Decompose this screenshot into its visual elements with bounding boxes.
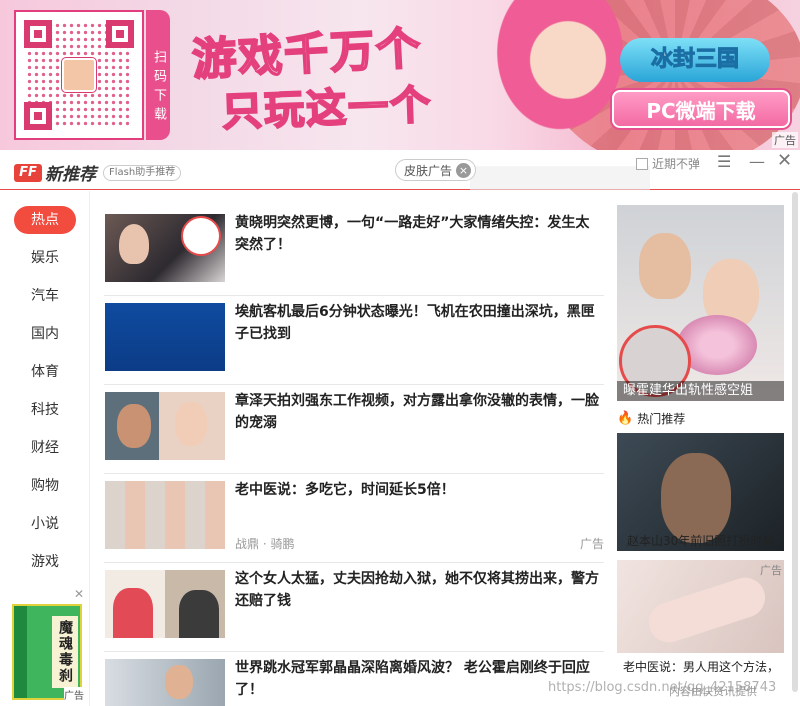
banner-ad-label: 广告	[772, 132, 798, 148]
news-title[interactable]: 世界跳水冠军郭晶晶深陷离婚风波？ 老公霍启刚终于回应了！	[235, 657, 600, 701]
news-item[interactable]: 世界跳水冠军郭晶晶深陷离婚风波？ 老公霍启刚终于回应了！	[104, 651, 604, 706]
fire-icon: 🔥	[617, 411, 634, 426]
news-item[interactable]: 埃航客机最后6分钟状态曝光！飞机在农田撞出深坑，黑匣子已找到	[104, 295, 604, 385]
top-recommend-image[interactable]	[617, 205, 784, 401]
scrollbar[interactable]	[792, 192, 798, 692]
sidebar-item-finance[interactable]: 财经	[14, 434, 76, 462]
sidebar-item-tech[interactable]: 科技	[14, 396, 76, 424]
side-ad-close-icon[interactable]: ✕	[74, 587, 84, 601]
skyline-decoration	[470, 150, 650, 190]
skin-ad-label: 皮肤广告	[404, 163, 453, 178]
news-item-ad[interactable]: 老中医说：多吃它，时间延长5倍！ 战鼎 · 骑鹏 广告	[104, 473, 604, 563]
top-recommend-caption[interactable]: 曝霍建华出轨性感空姐	[617, 381, 784, 401]
skin-ad-close-icon[interactable]: ×	[456, 162, 472, 178]
news-thumbnail[interactable]	[105, 570, 225, 638]
book-title: 魔魂毒刹	[52, 616, 78, 688]
mid-recommend-caption[interactable]: 赵本山30年前旧照打扮时尚	[627, 532, 774, 549]
watermark: https://blog.csdn.net/qq_42158743	[548, 680, 777, 695]
news-thumbnail[interactable]	[105, 481, 225, 549]
news-title[interactable]: 章泽天拍刘强东工作视频，对方露出拿你没辙的表情，一脸的宠溺	[235, 390, 600, 434]
scan-to-download-label: 扫码下载	[146, 10, 170, 140]
news-item[interactable]: 这个女人太猛，丈夫因抢劫入狱，她不仅将其捞出来，警方还赔了钱	[104, 562, 604, 652]
news-thumbnail[interactable]	[105, 392, 225, 460]
popup-window: 扫码下载 游戏千万个 只玩这一个 冰封三国 PC微端下载 广告 FF 新推荐 F…	[0, 0, 800, 706]
sidebar-item-hot[interactable]: 热点	[14, 206, 76, 234]
sidebar-item-games[interactable]: 游戏	[14, 548, 76, 576]
anime-character-graphic	[480, 0, 640, 150]
news-item[interactable]: 章泽天拍刘强东工作视频，对方露出拿你没辙的表情，一脸的宠溺	[104, 384, 604, 474]
skin-ad-pill[interactable]: 皮肤广告 ×	[395, 159, 477, 181]
brand-subtitle: Flash助手推荐	[103, 164, 182, 181]
news-title[interactable]: 埃航客机最后6分钟状态曝光！飞机在农田撞出深坑，黑匣子已找到	[235, 301, 600, 345]
bottom-recommend-caption[interactable]: 老中医说：男人用这个方法，	[623, 658, 779, 675]
sidebar-item-novel[interactable]: 小说	[14, 510, 76, 538]
ff-logo-icon: FF	[14, 163, 42, 182]
game-logo: 冰封三国	[620, 38, 770, 82]
side-ad-label: 广告	[64, 687, 84, 702]
no-popup-toggle[interactable]: 近期不弹	[636, 155, 700, 172]
bottom-recommend-image[interactable]	[617, 560, 784, 653]
brand: FF 新推荐 Flash助手推荐	[14, 160, 182, 185]
news-thumbnail[interactable]	[105, 303, 225, 371]
news-thumbnail[interactable]	[105, 214, 225, 282]
sidebar-item-domestic[interactable]: 国内	[14, 320, 76, 348]
news-title[interactable]: 老中医说：多吃它，时间延长5倍！	[235, 479, 600, 501]
qr-avatar-icon	[62, 58, 96, 92]
hot-recommend-label: 热门推荐	[637, 412, 686, 426]
sidebar-item-entertainment[interactable]: 娱乐	[14, 244, 76, 272]
news-source: 战鼎 · 骑鹏	[235, 537, 295, 551]
news-ad-label: 广告	[579, 537, 604, 551]
banner-headline-2: 只玩这一个	[220, 81, 433, 136]
hot-recommend-header: 🔥 热门推荐	[617, 410, 685, 427]
sidebar-item-sports[interactable]: 体育	[14, 358, 76, 386]
menu-icon[interactable]: ☰	[717, 152, 731, 171]
brand-name: 新推荐	[45, 165, 96, 185]
no-popup-label: 近期不弹	[652, 157, 701, 171]
news-item[interactable]: 黄晓明突然更博，一句“一路走好”大家情绪失控：发生太突然了！	[104, 206, 604, 296]
close-icon[interactable]: ✕	[777, 150, 792, 171]
news-title[interactable]: 这个女人太猛，丈夫因抢劫入狱，她不仅将其捞出来，警方还赔了钱	[235, 568, 600, 612]
news-thumbnail[interactable]	[105, 659, 225, 706]
qr-code	[14, 10, 144, 140]
side-ad[interactable]: 魔魂毒刹 广告	[10, 602, 84, 702]
sidebar-item-auto[interactable]: 汽车	[14, 282, 76, 310]
sidebar-item-shopping[interactable]: 购物	[14, 472, 76, 500]
news-title[interactable]: 黄晓明突然更博，一句“一路走好”大家情绪失控：发生太突然了！	[235, 212, 600, 256]
minimize-icon[interactable]: —	[749, 152, 765, 171]
book-cover: 魔魂毒刹	[12, 604, 82, 700]
no-popup-checkbox[interactable]	[636, 157, 648, 170]
download-button[interactable]: PC微端下载	[612, 90, 790, 128]
bottom-recommend-ad-label: 广告	[760, 564, 782, 577]
banner-ad[interactable]: 扫码下载 游戏千万个 只玩这一个 冰封三国 PC微端下载 广告	[0, 0, 800, 150]
